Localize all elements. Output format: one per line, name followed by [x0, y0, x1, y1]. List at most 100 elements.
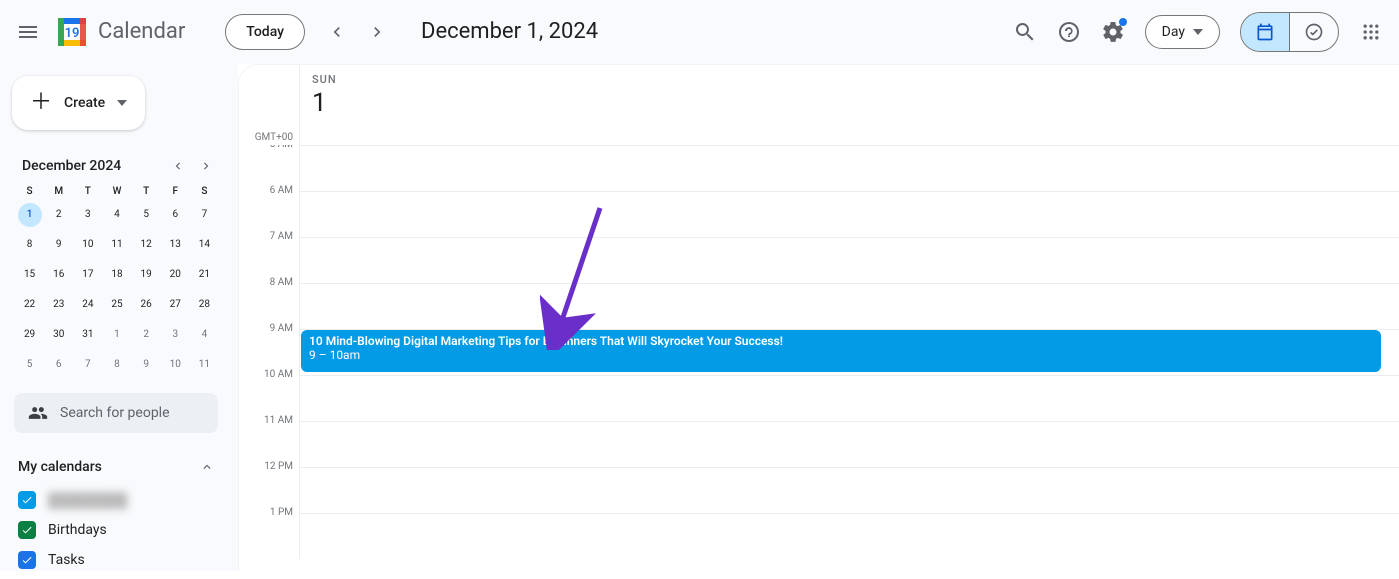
calendar-checkbox[interactable]	[18, 551, 36, 569]
mini-next-month[interactable]	[194, 154, 218, 178]
mini-day-cell[interactable]: 22	[18, 293, 42, 317]
mini-day-cell[interactable]: 7	[192, 203, 216, 227]
mini-day-cell[interactable]: 27	[163, 293, 187, 317]
mini-day-cell[interactable]: 5	[134, 203, 158, 227]
main-menu-button[interactable]	[8, 12, 48, 52]
hour-cell[interactable]	[299, 375, 1399, 421]
hour-row[interactable]: 5 AM	[239, 145, 1399, 191]
mini-day-cell[interactable]: 15	[18, 263, 42, 287]
mini-day-cell[interactable]: 13	[163, 233, 187, 257]
mini-day-cell[interactable]: 6	[47, 353, 71, 377]
mini-day-cell[interactable]: 3	[76, 203, 100, 227]
mini-day-cell[interactable]: 25	[105, 293, 129, 317]
mini-day-cell[interactable]: 14	[192, 233, 216, 257]
mini-dow: T	[74, 186, 101, 197]
mini-day-cell[interactable]: 7	[76, 353, 100, 377]
mini-day-cell[interactable]: 1	[105, 323, 129, 347]
hamburger-icon	[16, 20, 40, 44]
mini-day-cell[interactable]: 29	[18, 323, 42, 347]
calendar-list-item[interactable]: ████████	[14, 485, 218, 515]
mini-day-cell[interactable]: 16	[47, 263, 71, 287]
mini-day-cell[interactable]: 10	[76, 233, 100, 257]
view-switcher[interactable]: Day	[1145, 15, 1220, 49]
day-column-header[interactable]: SUN 1	[299, 65, 337, 145]
mini-day-cell[interactable]: 17	[76, 263, 100, 287]
mini-day-cell[interactable]: 11	[105, 233, 129, 257]
tasks-panel-toggle[interactable]	[1290, 13, 1338, 51]
mini-month-label[interactable]: December 2024	[22, 158, 121, 174]
app-logo-group[interactable]: 19 Calendar	[52, 12, 185, 52]
hour-label: 8 AM	[239, 277, 299, 323]
event-title: 10 Mind-Blowing Digital Marketing Tips f…	[309, 334, 1373, 348]
hour-row[interactable]: 8 AM	[239, 283, 1399, 329]
mini-day-cell[interactable]: 5	[18, 353, 42, 377]
mini-day-cell[interactable]: 6	[163, 203, 187, 227]
mini-day-cell[interactable]: 12	[134, 233, 158, 257]
hour-row[interactable]: 12 PM	[239, 467, 1399, 513]
mini-day-cell[interactable]: 26	[134, 293, 158, 317]
hour-row[interactable]: 1 PM	[239, 513, 1399, 559]
mini-day-cell[interactable]: 8	[105, 353, 129, 377]
hour-cell[interactable]	[299, 513, 1399, 559]
mini-day-cell[interactable]: 10	[163, 353, 187, 377]
calendar-checkbox[interactable]	[18, 491, 36, 509]
my-calendars-toggle[interactable]: My calendars	[10, 453, 222, 481]
mini-prev-month[interactable]	[166, 154, 190, 178]
mini-day-cell[interactable]: 4	[192, 323, 216, 347]
panel-toggle-group	[1240, 12, 1339, 52]
mini-day-cell[interactable]: 20	[163, 263, 187, 287]
hour-cell[interactable]	[299, 283, 1399, 329]
calendar-checkbox[interactable]	[18, 521, 36, 539]
chevron-up-icon	[200, 460, 214, 474]
mini-day-cell[interactable]: 4	[105, 203, 129, 227]
settings-button[interactable]	[1093, 12, 1133, 52]
google-apps-button[interactable]	[1351, 12, 1391, 52]
search-button[interactable]	[1005, 12, 1045, 52]
hour-row[interactable]: 7 AM	[239, 237, 1399, 283]
hour-row[interactable]: 6 AM	[239, 191, 1399, 237]
mini-day-cell[interactable]: 11	[192, 353, 216, 377]
mini-day-cell[interactable]: 8	[18, 233, 42, 257]
mini-day-cell[interactable]: 18	[105, 263, 129, 287]
hour-label: 9 AM	[239, 323, 299, 369]
hour-cell[interactable]	[299, 467, 1399, 513]
mini-day-cell[interactable]: 21	[192, 263, 216, 287]
mini-dow: T	[133, 186, 160, 197]
today-button[interactable]: Today	[225, 14, 305, 50]
mini-day-cell[interactable]: 23	[47, 293, 71, 317]
hour-row[interactable]: 10 AM	[239, 375, 1399, 421]
hour-cell[interactable]	[299, 237, 1399, 283]
mini-day-cell[interactable]: 9	[47, 233, 71, 257]
app-title: Calendar	[98, 19, 185, 44]
current-date-title[interactable]: December 1, 2024	[421, 19, 598, 44]
calendar-list-item[interactable]: Birthdays	[14, 515, 218, 545]
prev-day-button[interactable]	[317, 12, 357, 52]
timezone-label[interactable]: GMT+00	[239, 65, 299, 145]
search-people-input[interactable]: Search for people	[14, 393, 218, 433]
mini-day-cell[interactable]: 1	[18, 203, 42, 227]
mini-day-cell[interactable]: 3	[163, 323, 187, 347]
mini-day-cell[interactable]: 30	[47, 323, 71, 347]
mini-day-cell[interactable]: 2	[134, 323, 158, 347]
calendar-panel-toggle[interactable]	[1241, 13, 1289, 51]
mini-day-cell[interactable]: 2	[47, 203, 71, 227]
day-of-week: SUN	[312, 73, 337, 86]
calendar-icon	[1255, 22, 1275, 42]
hour-cell[interactable]	[299, 191, 1399, 237]
hour-label: 5 AM	[239, 145, 299, 185]
event-time: 9 – 10am	[309, 348, 1373, 362]
mini-day-cell[interactable]: 19	[134, 263, 158, 287]
create-button[interactable]: ＋ Create	[12, 76, 145, 130]
hour-cell[interactable]	[299, 145, 1399, 191]
mini-day-cell[interactable]: 28	[192, 293, 216, 317]
mini-day-cell[interactable]: 31	[76, 323, 100, 347]
hour-cell[interactable]	[299, 421, 1399, 467]
calendar-event[interactable]: 10 Mind-Blowing Digital Marketing Tips f…	[301, 330, 1381, 372]
mini-day-cell[interactable]: 24	[76, 293, 100, 317]
mini-day-cell[interactable]: 9	[134, 353, 158, 377]
next-day-button[interactable]	[357, 12, 397, 52]
support-button[interactable]	[1049, 12, 1089, 52]
hour-row[interactable]: 11 AM	[239, 421, 1399, 467]
help-icon	[1057, 20, 1081, 44]
caret-down-icon	[117, 100, 127, 106]
